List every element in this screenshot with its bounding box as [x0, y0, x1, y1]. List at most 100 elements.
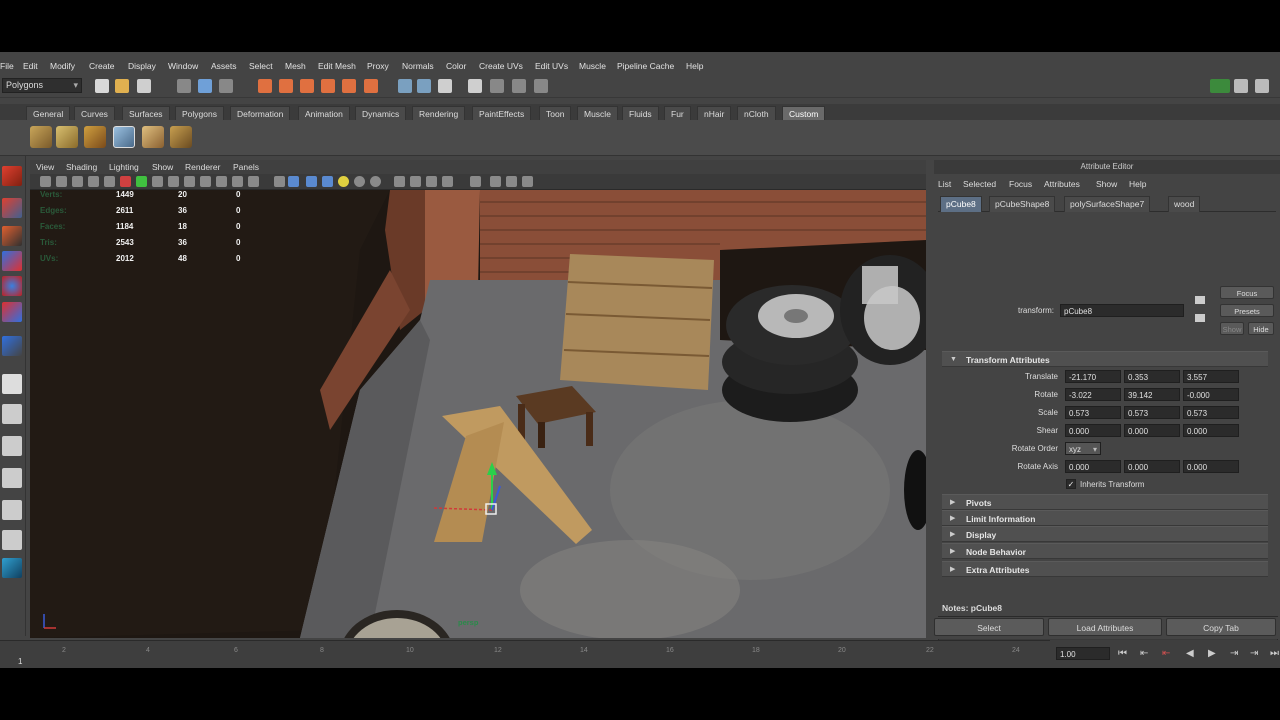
- rotate-y-field[interactable]: 39.142: [1124, 388, 1180, 401]
- field-chart-icon[interactable]: [168, 176, 179, 187]
- uv-editor-icon[interactable]: [142, 126, 164, 148]
- go-to-input-icon[interactable]: [1195, 296, 1205, 304]
- viewport-menu-lighting[interactable]: Lighting: [109, 162, 139, 172]
- shelf-tab-custom[interactable]: Custom: [782, 106, 826, 120]
- ae-tab-pcubeshape8[interactable]: pCubeShape8: [989, 196, 1056, 212]
- translate-x-field[interactable]: -21.170: [1065, 370, 1121, 383]
- hide-button[interactable]: Hide: [1248, 322, 1274, 335]
- frame-selected-icon[interactable]: [522, 176, 533, 187]
- safe-action-icon[interactable]: [184, 176, 195, 187]
- shelf-tab-deformation[interactable]: Deformation: [230, 106, 291, 120]
- default-light-icon[interactable]: [338, 176, 349, 187]
- node-behavior-section[interactable]: ▶ Node Behavior: [942, 543, 1268, 559]
- snap-grid-icon[interactable]: [258, 79, 272, 93]
- copy-tab-button[interactable]: Copy Tab: [1166, 618, 1276, 636]
- rotate-axis-x-field[interactable]: 0.000: [1065, 460, 1121, 473]
- show-tool-settings-icon[interactable]: [1255, 79, 1269, 93]
- shear-y-field[interactable]: 0.000: [1124, 424, 1180, 437]
- motion-blur-icon[interactable]: [370, 176, 381, 187]
- play-forwards-icon[interactable]: ▶: [1208, 648, 1216, 659]
- custom-layout-icon[interactable]: [2, 558, 22, 578]
- menu-file[interactable]: File: [0, 61, 14, 71]
- viewport-menu-renderer[interactable]: Renderer: [185, 162, 220, 172]
- render-view-icon[interactable]: [468, 79, 482, 93]
- image-plane-icon[interactable]: [88, 176, 99, 187]
- extra-attributes-section[interactable]: ▶ Extra Attributes: [942, 561, 1268, 577]
- inherits-transform-checkbox[interactable]: ✓: [1066, 479, 1076, 489]
- rotate-z-field[interactable]: -0.000: [1183, 388, 1239, 401]
- render-settings-icon[interactable]: [534, 79, 548, 93]
- uv-cylindrical-icon[interactable]: [56, 126, 78, 148]
- perspective-viewport[interactable]: Verts: 1449 20 0 Edges: 2611 36 0 Faces:…: [30, 190, 926, 638]
- menu-edit[interactable]: Edit: [23, 61, 38, 71]
- select-component-icon[interactable]: [219, 79, 233, 93]
- time-slider[interactable]: 1 2 4 6 8 10 12 14 16 18 20 22 24: [0, 640, 1050, 668]
- go-to-output-icon[interactable]: [1195, 314, 1205, 322]
- scale-z-field[interactable]: 0.573: [1183, 406, 1239, 419]
- menu-pipeline-cache[interactable]: Pipeline Cache: [617, 61, 674, 71]
- ae-menu-help[interactable]: Help: [1129, 179, 1146, 189]
- menu-display[interactable]: Display: [128, 61, 156, 71]
- menu-muscle[interactable]: Muscle: [579, 61, 606, 71]
- gate-mask-icon[interactable]: [152, 176, 163, 187]
- save-scene-icon[interactable]: [137, 79, 151, 93]
- four-view-layout-icon[interactable]: [2, 404, 22, 424]
- ambient-occlusion-icon[interactable]: [354, 176, 365, 187]
- wireframe-icon[interactable]: [232, 176, 243, 187]
- select-hierarchy-icon[interactable]: [177, 79, 191, 93]
- hypershade-layout-icon[interactable]: [2, 500, 22, 520]
- menu-assets[interactable]: Assets: [211, 61, 237, 71]
- uv-spherical-icon[interactable]: [84, 126, 106, 148]
- pivots-section[interactable]: ▶ Pivots: [942, 494, 1268, 510]
- translate-z-field[interactable]: 3.557: [1183, 370, 1239, 383]
- xray-joints-icon[interactable]: [426, 176, 437, 187]
- grease-pencil-icon[interactable]: [104, 176, 115, 187]
- step-back-key-icon[interactable]: ⇤: [1162, 648, 1170, 659]
- isolate-select-icon[interactable]: [394, 176, 405, 187]
- ae-menu-focus[interactable]: Focus: [1009, 179, 1032, 189]
- textured-icon[interactable]: [288, 176, 299, 187]
- camera-attributes-icon[interactable]: [56, 176, 67, 187]
- resolution-gate-icon[interactable]: [136, 176, 147, 187]
- menu-color[interactable]: Color: [446, 61, 466, 71]
- step-forward-key-icon[interactable]: ⇥: [1230, 648, 1238, 659]
- output-ops-icon[interactable]: [417, 79, 431, 93]
- menu-normals[interactable]: Normals: [402, 61, 434, 71]
- outliner-layout-icon[interactable]: [2, 530, 22, 550]
- depth-of-field-icon[interactable]: [490, 176, 501, 187]
- viewport-menu-panels[interactable]: Panels: [233, 162, 259, 172]
- shear-z-field[interactable]: 0.000: [1183, 424, 1239, 437]
- shelf-tab-curves[interactable]: Curves: [74, 106, 115, 120]
- shelf-tab-toon[interactable]: Toon: [539, 106, 572, 120]
- rotate-axis-y-field[interactable]: 0.000: [1124, 460, 1180, 473]
- menu-proxy[interactable]: Proxy: [367, 61, 389, 71]
- shear-x-field[interactable]: 0.000: [1065, 424, 1121, 437]
- viewport-menu-show[interactable]: Show: [152, 162, 173, 172]
- input-ops-icon[interactable]: [398, 79, 412, 93]
- rotate-order-dropdown[interactable]: xyz ▾: [1065, 442, 1101, 455]
- ae-menu-selected[interactable]: Selected: [963, 179, 996, 189]
- frame-all-icon[interactable]: [506, 176, 517, 187]
- uv-layout-icon[interactable]: [170, 126, 192, 148]
- make-live-icon[interactable]: [342, 79, 356, 93]
- menu-modify[interactable]: Modify: [50, 61, 75, 71]
- shelf-tab-nhair[interactable]: nHair: [697, 106, 732, 120]
- wireframe-on-shaded-icon[interactable]: [274, 176, 285, 187]
- current-time-field[interactable]: 1.00: [1056, 647, 1110, 660]
- new-scene-icon[interactable]: [95, 79, 109, 93]
- transform-name-field[interactable]: pCube8: [1060, 304, 1184, 317]
- go-to-start-icon[interactable]: ⏮: [1118, 648, 1127, 659]
- select-tool-icon[interactable]: [2, 166, 22, 186]
- scale-y-field[interactable]: 0.573: [1124, 406, 1180, 419]
- history-icon[interactable]: [364, 79, 378, 93]
- shelf-tab-animation[interactable]: Animation: [298, 106, 350, 120]
- rotate-tool-icon[interactable]: [2, 276, 22, 296]
- persp-outliner-layout-icon[interactable]: [2, 436, 22, 456]
- snap-view-plane-icon[interactable]: [321, 79, 335, 93]
- ae-menu-show[interactable]: Show: [1096, 179, 1117, 189]
- shelf-tab-painteffects[interactable]: PaintEffects: [472, 106, 532, 120]
- menu-edit-uvs[interactable]: Edit UVs: [535, 61, 568, 71]
- play-backwards-icon[interactable]: ◀: [1186, 648, 1194, 659]
- manipulator-icon[interactable]: [2, 336, 22, 356]
- rotate-x-field[interactable]: -3.022: [1065, 388, 1121, 401]
